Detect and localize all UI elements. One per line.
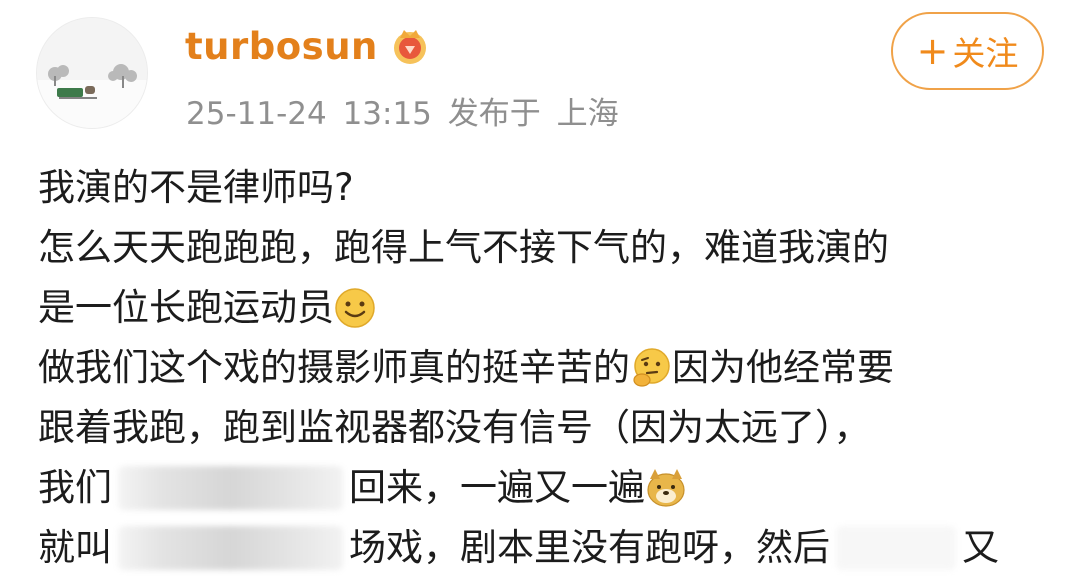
blurred-region (118, 526, 343, 570)
post-line: 我们 回来，一遍又一遍 (38, 458, 1068, 518)
post-line: 做我们这个戏的摄影师真的挺辛苦的 因为他经常要 (38, 346, 894, 389)
thinking-emoji-icon (633, 348, 670, 387)
post-meta: 25-11-24 13:15 发布于 上海 (186, 88, 619, 133)
plus-icon: + (916, 29, 949, 73)
blurred-region (118, 466, 343, 510)
post-content: 我演的不是律师吗? 怎么天天跑跑跑，跑得上气不接下气的，难道我演的 是一位长跑运… (38, 158, 1068, 578)
follow-label: 关注 (952, 34, 1019, 73)
avatar[interactable] (36, 17, 148, 129)
post-line: 跟着我跑，跑到监视器都没有信号（因为太远了）， (38, 406, 871, 449)
location-prefix: 发布于 (447, 96, 541, 132)
post-timestamp: 25-11-24 13:15 (186, 96, 432, 132)
post-line: 就叫 场戏，剧本里没有跑呀，然后 又 (38, 526, 999, 570)
post-location: 上海 (556, 96, 619, 132)
doge-emoji-icon (647, 469, 685, 507)
post-line: 是一位长跑运动员 (38, 278, 1068, 338)
post-line: 怎么天天跑跑跑，跑得上气不接下气的，难道我演的 (38, 226, 889, 269)
follow-button[interactable]: + 关注 (891, 12, 1044, 90)
post-line: 我演的不是律师吗? (38, 166, 354, 209)
avatar-snow-landscape-image (37, 18, 147, 128)
blurred-region (836, 526, 956, 570)
username[interactable]: turbosun (185, 25, 378, 68)
smile-emoji-icon (335, 288, 375, 328)
crown-badge-icon (393, 30, 426, 64)
username-row: turbosun (185, 24, 432, 68)
